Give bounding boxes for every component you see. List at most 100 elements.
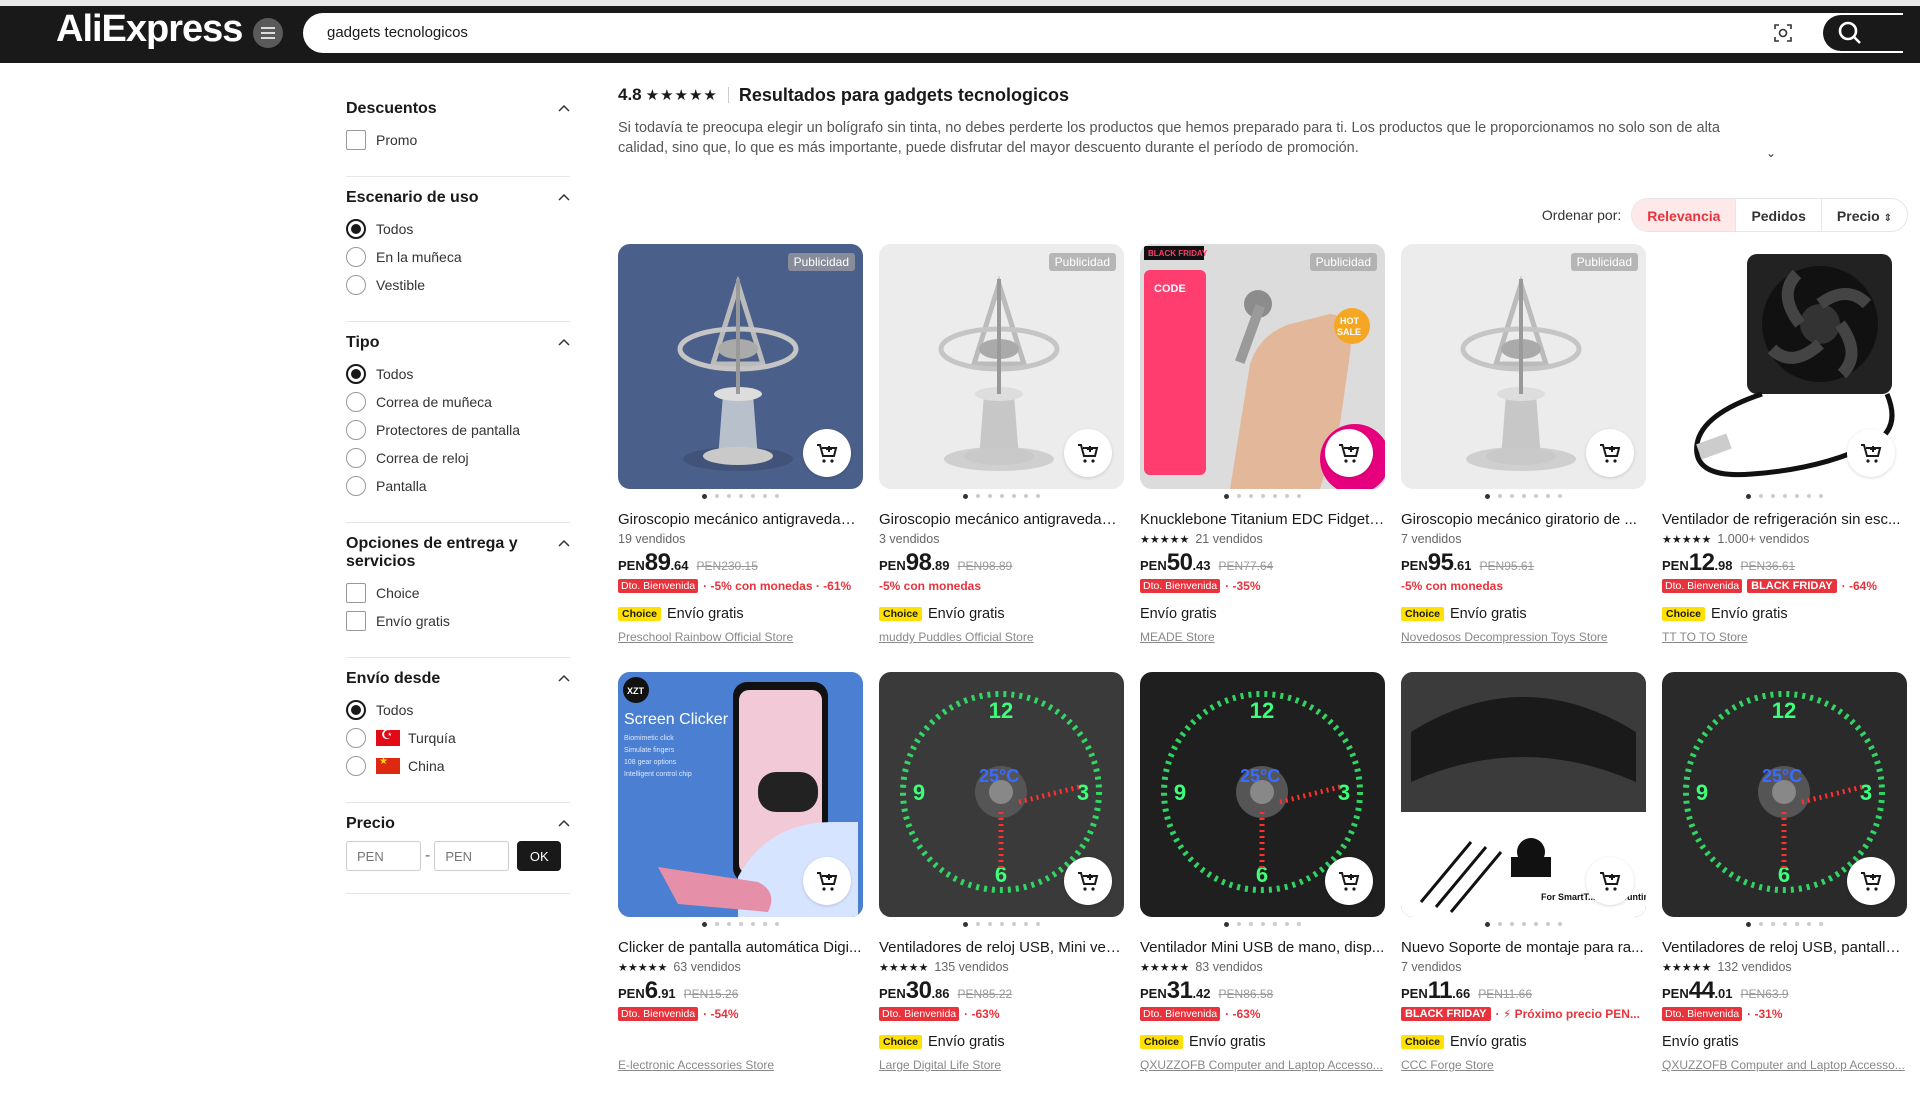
price-max-input[interactable] (434, 841, 510, 871)
add-to-cart-button[interactable] (1847, 857, 1895, 905)
carousel-dot[interactable] (988, 494, 992, 498)
carousel-dot[interactable] (1485, 493, 1490, 499)
product-image-container[interactable]: 12 3 6 9 25°C (879, 672, 1124, 917)
chevron-up-icon[interactable] (558, 673, 570, 685)
filter-option[interactable]: China (346, 752, 570, 780)
sort-precio[interactable]: Precio ⇕ (1822, 199, 1907, 231)
radio-button[interactable] (346, 219, 366, 239)
carousel-dot[interactable] (1012, 494, 1016, 498)
product-card[interactable]: Publicidad Giroscopio mecánico antigrave… (879, 244, 1124, 672)
carousel-dot[interactable] (1237, 922, 1241, 926)
chevron-up-icon[interactable] (558, 192, 570, 204)
filter-header[interactable]: Descuentos (346, 100, 570, 118)
camera-search-icon[interactable] (1773, 23, 1793, 43)
carousel-dot[interactable] (988, 922, 992, 926)
carousel-dot[interactable] (1024, 922, 1028, 926)
carousel-dot[interactable] (1546, 922, 1550, 926)
carousel-dot[interactable] (963, 921, 968, 927)
carousel-dot[interactable] (727, 494, 731, 498)
carousel-dot[interactable] (1522, 922, 1526, 926)
carousel-dot[interactable] (1273, 922, 1277, 926)
carousel-dot[interactable] (1498, 922, 1502, 926)
carousel-dot[interactable] (976, 922, 980, 926)
carousel-dot[interactable] (1510, 922, 1514, 926)
filter-option[interactable]: Envío gratis (346, 607, 570, 635)
carousel-dot[interactable] (1249, 494, 1253, 498)
categories-menu-button[interactable] (253, 18, 283, 48)
store-link[interactable]: MEADE Store (1140, 630, 1385, 645)
carousel-dot[interactable] (976, 494, 980, 498)
carousel-dot[interactable] (1000, 922, 1004, 926)
product-title[interactable]: Ventilador Mini USB de mano, disp... (1140, 939, 1385, 958)
product-card[interactable]: Publicidad Giroscopio mecánico giratorio… (1401, 244, 1646, 672)
carousel-dot[interactable] (1795, 494, 1799, 498)
carousel-dot[interactable] (1237, 494, 1241, 498)
carousel-dot[interactable] (1522, 494, 1526, 498)
carousel-dot[interactable] (739, 494, 743, 498)
product-image-container[interactable]: For SmartT... ker Mounting Bracket (1401, 672, 1646, 917)
product-image-container[interactable]: XZT Screen Clicker Biomimetic click Simu… (618, 672, 863, 917)
carousel-dot[interactable] (1249, 922, 1253, 926)
radio-button[interactable] (346, 392, 366, 412)
store-link[interactable]: TT TO TO Store (1662, 630, 1907, 645)
filter-option[interactable]: Todos (346, 696, 570, 724)
product-title[interactable]: Giroscopio mecánico giratorio de ... (1401, 511, 1646, 530)
carousel-dot[interactable] (1534, 494, 1538, 498)
product-title[interactable]: Giroscopio mecánico antigravedad ... (879, 511, 1124, 530)
price-ok-button[interactable]: OK (517, 841, 562, 871)
store-link[interactable]: muddy Puddles Official Store (879, 630, 1124, 645)
carousel-dot[interactable] (1510, 494, 1514, 498)
filter-header[interactable]: Escenario de uso (346, 189, 570, 207)
add-to-cart-button[interactable] (803, 429, 851, 477)
carousel-dot[interactable] (1534, 922, 1538, 926)
filter-option[interactable]: En la muñeca (346, 243, 570, 271)
product-card[interactable]: For SmartT... ker Mounting Bracket Nuevo… (1401, 672, 1646, 1100)
product-card[interactable]: Ventilador de refrigeración sin esc... ★… (1662, 244, 1907, 672)
radio-button[interactable] (346, 756, 366, 776)
carousel-dot[interactable] (702, 921, 707, 927)
radio-button[interactable] (346, 420, 366, 440)
carousel-dot[interactable] (1224, 493, 1229, 499)
carousel-dot[interactable] (775, 922, 779, 926)
carousel-dot[interactable] (763, 922, 767, 926)
carousel-dot[interactable] (963, 493, 968, 499)
store-link[interactable]: QXUZZOFB Computer and Laptop Accesso... (1662, 1058, 1907, 1073)
product-card[interactable]: XZT Screen Clicker Biomimetic click Simu… (618, 672, 863, 1100)
carousel-dot[interactable] (1012, 922, 1016, 926)
aliexpress-logo[interactable]: AliExpress (56, 8, 243, 51)
chevron-up-icon[interactable] (558, 337, 570, 349)
filter-option[interactable]: Protectores de pantalla (346, 416, 570, 444)
checkbox[interactable] (346, 611, 366, 631)
radio-button[interactable] (346, 700, 366, 720)
carousel-dot[interactable] (1261, 494, 1265, 498)
product-image-container[interactable] (1662, 244, 1907, 489)
carousel-dot[interactable] (1224, 921, 1229, 927)
product-card[interactable]: 12 3 6 9 25°C Ventiladores de reloj USB, Mi… (879, 672, 1124, 1100)
carousel-dot[interactable] (763, 494, 767, 498)
radio-button[interactable] (346, 448, 366, 468)
radio-button[interactable] (346, 247, 366, 267)
carousel-dot[interactable] (1285, 922, 1289, 926)
carousel-dot[interactable] (1485, 921, 1490, 927)
filter-option[interactable]: Promo (346, 126, 570, 154)
carousel-dot[interactable] (1759, 494, 1763, 498)
sort-relevancia[interactable]: Relevancia (1632, 199, 1737, 231)
carousel-dot[interactable] (1273, 494, 1277, 498)
filter-option[interactable]: Todos (346, 215, 570, 243)
carousel-dot[interactable] (1558, 922, 1562, 926)
filter-option[interactable]: Vestible (346, 271, 570, 299)
chevron-up-icon[interactable] (558, 538, 570, 550)
expand-description-icon[interactable]: ⌄ (1766, 146, 1776, 160)
product-title[interactable]: Ventiladores de reloj USB, pantalla ... (1662, 939, 1907, 958)
store-link[interactable]: Preschool Rainbow Official Store (618, 630, 863, 645)
search-input[interactable] (327, 13, 1777, 53)
product-image-container[interactable]: 12 3 6 9 25°C (1662, 672, 1907, 917)
product-title[interactable]: Clicker de pantalla automática Digi... (618, 939, 863, 958)
store-link[interactable]: Large Digital Life Store (879, 1058, 1124, 1073)
product-image-container[interactable]: Publicidad (618, 244, 863, 489)
store-link[interactable]: QXUZZOFB Computer and Laptop Accesso... (1140, 1058, 1385, 1073)
carousel-dot[interactable] (751, 922, 755, 926)
product-card[interactable]: Publicidad Giroscopio mecánico antigrave… (618, 244, 863, 672)
store-link[interactable]: Novedosos Decompression Toys Store (1401, 630, 1646, 645)
carousel-dot[interactable] (775, 494, 779, 498)
